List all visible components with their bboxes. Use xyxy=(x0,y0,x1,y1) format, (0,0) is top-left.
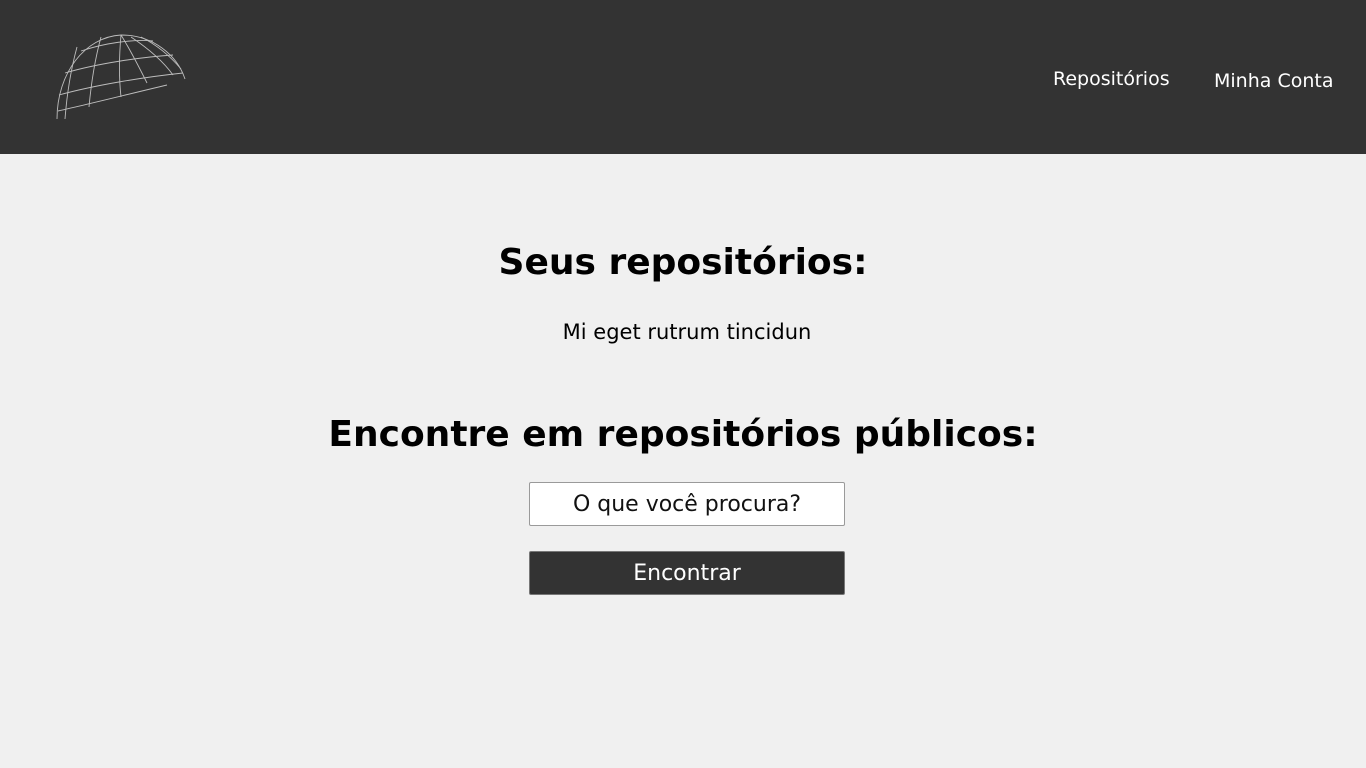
top-header: Repositórios Minha Conta xyxy=(0,0,1366,154)
globe-wireframe-icon[interactable] xyxy=(55,33,187,121)
repository-link[interactable]: Mi eget rutrum tincidun xyxy=(0,320,1366,344)
find-button[interactable]: Encontrar xyxy=(529,551,845,595)
nav-link-my-account[interactable]: Minha Conta xyxy=(1214,70,1333,92)
nav-link-repositories[interactable]: Repositórios xyxy=(1053,68,1170,90)
search-input[interactable] xyxy=(529,482,845,526)
main-content: Seus repositórios: Mi eget rutrum tincid… xyxy=(0,154,1366,768)
public-search-title: Encontre em repositórios públicos: xyxy=(328,414,1038,455)
your-repositories-title: Seus repositórios: xyxy=(498,242,868,283)
